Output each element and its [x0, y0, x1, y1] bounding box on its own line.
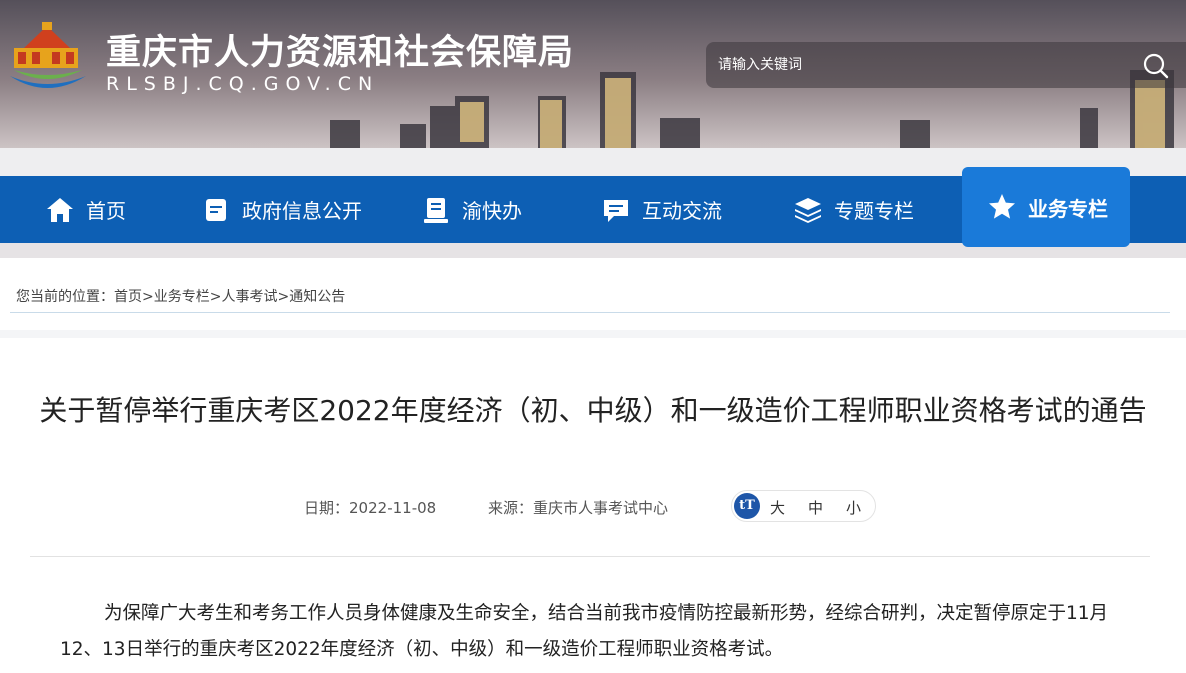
article-body: 为保障广大考生和考务工作人员身体健康及生命安全，结合当前我市疫情防控最新形势，经…	[60, 603, 1109, 660]
font-size-small-button[interactable]: 小	[846, 497, 861, 518]
font-size-icon: tT	[734, 493, 760, 519]
font-size-switcher: tT 大 中 小	[731, 490, 876, 522]
home-icon	[47, 197, 73, 222]
document-icon	[206, 198, 226, 221]
nav-item-gov-info[interactable]: 政府信息公开	[200, 176, 362, 243]
nav-item-business[interactable]: 业务专栏	[962, 167, 1130, 247]
breadcrumb-separator: >	[277, 289, 290, 305]
breadcrumb-separator: >	[209, 289, 222, 305]
nav-label-interaction: 互动交流	[642, 199, 722, 223]
nav-item-yukuaiban[interactable]: 渝快办	[420, 176, 522, 243]
breadcrumb-separator: >	[142, 289, 154, 305]
star-icon	[989, 194, 1015, 219]
search-input[interactable]	[718, 52, 1118, 78]
article-divider	[30, 556, 1150, 557]
breadcrumb-notice-link[interactable]: 通知公告	[289, 289, 345, 305]
article-source: 来源：重庆市人事考试中心	[488, 497, 668, 518]
nav-label-business: 业务专栏	[1028, 196, 1108, 221]
breadcrumb-home-link[interactable]: 首页	[114, 289, 142, 305]
layers-icon	[795, 197, 821, 223]
nav-item-interaction[interactable]: 互动交流	[600, 176, 722, 243]
site-title: 重庆市人力资源和社会保障局	[106, 33, 575, 73]
nav-label-special-topics: 专题专栏	[834, 199, 914, 223]
search-bar	[706, 42, 1186, 88]
source-value: 重庆市人事考试中心	[533, 499, 669, 517]
nav-label-yukuaiban: 渝快办	[462, 199, 522, 223]
date-label: 日期：	[304, 499, 350, 517]
article-date: 日期：2022-11-08	[304, 497, 436, 518]
search-icon[interactable]	[1142, 52, 1170, 80]
font-size-medium-button[interactable]: 中	[808, 497, 823, 518]
nav-item-home[interactable]: 首页	[44, 176, 126, 243]
section-separator	[0, 330, 1186, 338]
breadcrumb-exam-link[interactable]: 人事考试	[221, 289, 277, 305]
breadcrumb: 您当前的位置：首页>业务专栏>人事考试>通知公告	[16, 286, 345, 306]
nav-item-special-topics[interactable]: 专题专栏	[792, 176, 914, 243]
site-logo	[10, 22, 86, 88]
nav-label-gov-info: 政府信息公开	[242, 199, 362, 223]
breadcrumb-divider	[10, 312, 1170, 313]
breadcrumb-business-link[interactable]: 业务专栏	[154, 289, 210, 305]
article-title: 关于暂停举行重庆考区2022年度经济（初、中级）和一级造价工程师职业资格考试的通…	[39, 394, 1147, 427]
font-size-large-button[interactable]: 大	[770, 497, 785, 518]
chat-icon	[604, 199, 628, 222]
source-label: 来源：	[488, 499, 534, 517]
nav-label-home: 首页	[86, 199, 126, 223]
site-domain: RLSBJ.CQ.GOV.CN	[106, 73, 380, 95]
date-value: 2022-11-08	[349, 499, 437, 517]
main-nav: 首页 政府信息公开 渝快办 互动交流 专题专栏 业务专栏	[0, 167, 1186, 247]
breadcrumb-prefix: 您当前的位置：	[16, 289, 114, 305]
book-icon	[424, 197, 448, 223]
